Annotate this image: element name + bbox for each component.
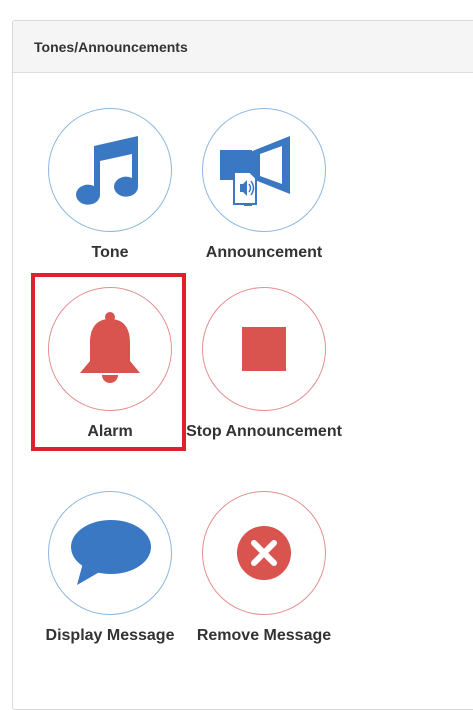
remove-message-circle[interactable] (202, 491, 326, 615)
panel-title: Tones/Announcements (34, 38, 188, 55)
tone-button[interactable]: Tone (30, 108, 190, 265)
announcement-button[interactable]: Announcement (184, 108, 344, 265)
panel-header: Tones/Announcements (13, 21, 473, 73)
stop-announcement-circle[interactable] (202, 287, 326, 411)
remove-message-label: Remove Message (196, 627, 332, 644)
alarm-circle[interactable] (48, 287, 172, 411)
announcement-circle[interactable] (202, 108, 326, 232)
tone-label: Tone (91, 244, 129, 261)
megaphone-icon (220, 136, 290, 206)
stop-announcement-label: Stop Announcement (186, 423, 342, 440)
tone-circle[interactable] (48, 108, 172, 232)
bell-icon (80, 312, 140, 383)
music-note-icon (76, 136, 139, 205)
speech-bubble-icon (71, 520, 151, 585)
alarm-button[interactable]: Alarm (30, 287, 190, 444)
announcement-label: Announcement (205, 244, 323, 261)
x-circle-icon (237, 526, 291, 580)
display-message-circle[interactable] (48, 491, 172, 615)
alarm-label: Alarm (87, 423, 133, 440)
stop-announcement-button[interactable]: Stop Announcement (184, 287, 344, 444)
remove-message-button[interactable]: Remove Message (184, 491, 344, 648)
display-message-label: Display Message (45, 627, 175, 644)
display-message-button[interactable]: Display Message (30, 491, 190, 648)
stop-square-icon (242, 327, 286, 371)
